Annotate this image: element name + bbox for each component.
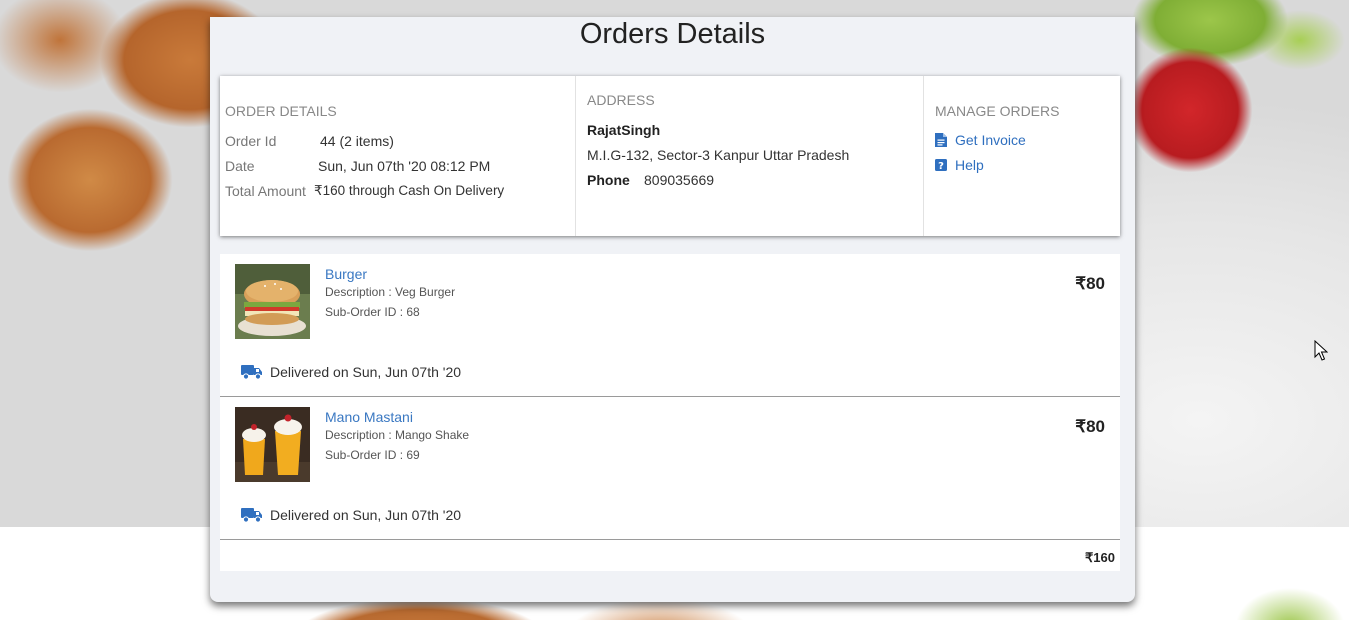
address-heading: ADDRESS bbox=[587, 92, 655, 108]
item-name-link[interactable]: Burger bbox=[325, 266, 367, 282]
get-invoice-label: Get Invoice bbox=[955, 132, 1026, 148]
address-line: M.I.G-132, Sector-3 Kanpur Uttar Pradesh bbox=[587, 147, 850, 163]
help-link[interactable]: ? Help bbox=[935, 157, 984, 173]
item-description: Description : Veg Burger bbox=[325, 285, 456, 299]
phone-label: Phone bbox=[587, 172, 630, 188]
customer-name: RajatSingh bbox=[587, 122, 661, 138]
order-total: ₹160 bbox=[1085, 550, 1115, 565]
item-price: ₹80 bbox=[1075, 274, 1105, 293]
orders-panel: Orders Details ORDER DETAILS Order Id 44… bbox=[210, 17, 1135, 602]
truck-icon bbox=[241, 508, 262, 523]
total-amount-value: ₹160 through Cash On Delivery bbox=[314, 183, 505, 198]
item-sub-order-id: Sub-Order ID : 68 bbox=[325, 305, 420, 319]
total-amount-label: Total Amount bbox=[225, 183, 306, 199]
order-details-heading: ORDER DETAILS bbox=[225, 103, 337, 119]
order-id-row: Order Id 44 (2 items) bbox=[225, 133, 394, 149]
date-label: Date bbox=[225, 158, 255, 174]
delivery-status: Delivered on Sun, Jun 07th '20 bbox=[241, 364, 461, 380]
address-section: ADDRESS RajatSingh M.I.G-132, Sector-3 K… bbox=[576, 76, 924, 236]
truck-icon bbox=[241, 365, 262, 380]
order-id-label: Order Id bbox=[225, 133, 277, 149]
mango-shake-image bbox=[235, 407, 310, 482]
item-price: ₹80 bbox=[1075, 417, 1105, 436]
phone-value: 809035669 bbox=[644, 172, 715, 188]
item-name-link[interactable]: Mano Mastani bbox=[325, 409, 413, 425]
order-items-list: Burger Description : Veg Burger Sub-Orde… bbox=[220, 254, 1120, 571]
order-details-section: ORDER DETAILS Order Id 44 (2 items) Date… bbox=[220, 76, 576, 236]
item-description: Description : Mango Shake bbox=[325, 428, 470, 442]
get-invoice-link[interactable]: Get Invoice bbox=[935, 132, 1026, 148]
order-info-card: ORDER DETAILS Order Id 44 (2 items) Date… bbox=[220, 76, 1120, 236]
manage-orders-heading: MANAGE ORDERS bbox=[935, 103, 1060, 119]
svg-text:?: ? bbox=[938, 161, 944, 172]
delivery-status: Delivered on Sun, Jun 07th '20 bbox=[241, 507, 461, 523]
order-item: Mano Mastani Description : Mango Shake S… bbox=[220, 397, 1120, 540]
burger-image bbox=[235, 264, 310, 339]
delivery-text: Delivered on Sun, Jun 07th '20 bbox=[270, 364, 462, 380]
order-id-value: 44 (2 items) bbox=[320, 133, 394, 149]
delivery-text: Delivered on Sun, Jun 07th '20 bbox=[270, 507, 462, 523]
date-value: Sun, Jun 07th '20 08:12 PM bbox=[318, 158, 491, 174]
question-square-icon: ? bbox=[935, 159, 947, 172]
file-text-icon bbox=[935, 133, 947, 147]
manage-orders-section: MANAGE ORDERS Get Invoice ? Help bbox=[924, 76, 1120, 236]
total-amount-row: Total Amount ₹160 through Cash On Delive… bbox=[225, 183, 504, 199]
help-label: Help bbox=[955, 157, 984, 173]
order-item: Burger Description : Veg Burger Sub-Orde… bbox=[220, 254, 1120, 397]
mouse-cursor-icon bbox=[1314, 340, 1328, 361]
page-title: Orders Details bbox=[579, 18, 766, 50]
order-date-row: Date Sun, Jun 07th '20 08:12 PM bbox=[225, 158, 490, 174]
item-sub-order-id: Sub-Order ID : 69 bbox=[325, 448, 420, 462]
phone-row: Phone 809035669 bbox=[587, 172, 714, 188]
